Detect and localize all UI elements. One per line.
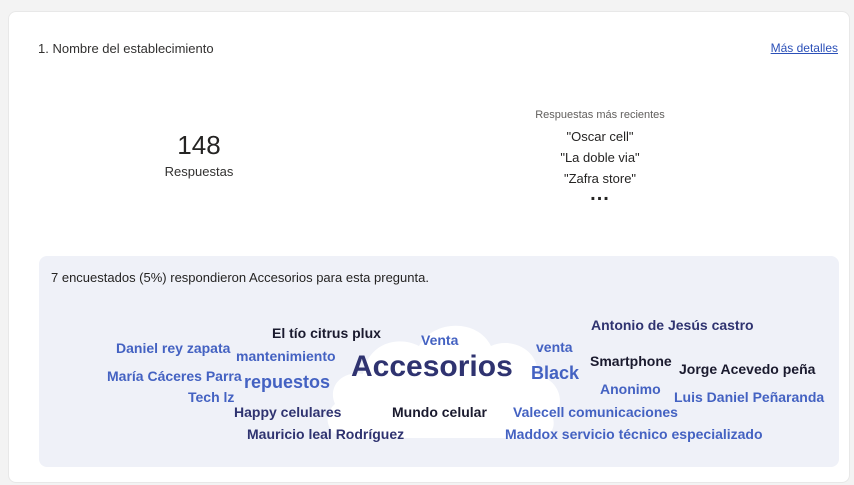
cloud-word[interactable]: Smartphone — [590, 354, 672, 368]
cloud-word[interactable]: Mundo celular — [392, 405, 487, 419]
cloud-word[interactable]: Venta — [421, 333, 458, 347]
cloud-word[interactable]: venta — [536, 340, 573, 354]
word-cloud-summary: 7 encuestados (5%) respondieron Accesori… — [51, 270, 429, 285]
cloud-word[interactable]: Anonimo — [600, 382, 661, 396]
recent-response-item: "Oscar cell" — [566, 129, 634, 144]
cloud-word[interactable]: Maddox servicio técnico especializado — [505, 427, 763, 441]
cloud-word[interactable]: Jorge Acevedo peña — [679, 362, 815, 376]
question-card: 1. Nombre del establecimiento Más detall… — [8, 11, 850, 483]
cloud-word[interactable]: mantenimiento — [236, 349, 336, 363]
cloud-word[interactable]: Luis Daniel Peñaranda — [674, 390, 824, 404]
response-count: 148 — [177, 130, 221, 160]
recent-responses: Respuestas más recientes "Oscar cell" "L… — [509, 108, 691, 204]
cloud-word[interactable]: repuestos — [244, 373, 330, 391]
more-responses-ellipsis[interactable]: ... — [509, 184, 691, 204]
cloud-word[interactable]: Black — [531, 364, 579, 382]
cloud-word[interactable]: Valecell comunicaciones — [513, 405, 678, 419]
cloud-word-selected[interactable]: Accesorios — [351, 352, 513, 382]
cloud-word[interactable]: Happy celulares — [234, 405, 341, 419]
recent-response-item: "La doble via" — [560, 150, 640, 165]
more-details-link[interactable]: Más detalles — [771, 41, 838, 55]
cloud-word[interactable]: María Cáceres Parra — [107, 369, 242, 383]
question-title: 1. Nombre del establecimiento — [38, 41, 214, 56]
response-count-block: 148 Respuestas — [129, 130, 269, 179]
word-cloud-panel: 7 encuestados (5%) respondieron Accesori… — [39, 256, 839, 467]
cloud-word[interactable]: Daniel rey zapata — [116, 341, 230, 355]
cloud-word[interactable]: Mauricio leal Rodríguez — [247, 427, 404, 441]
cloud-word[interactable]: El tío citrus plux — [272, 326, 381, 340]
cloud-word[interactable]: Antonio de Jesús castro — [591, 318, 754, 332]
response-count-label: Respuestas — [164, 164, 234, 179]
recent-responses-title: Respuestas más recientes — [535, 109, 665, 121]
cloud-word[interactable]: Tech lz — [188, 390, 234, 404]
